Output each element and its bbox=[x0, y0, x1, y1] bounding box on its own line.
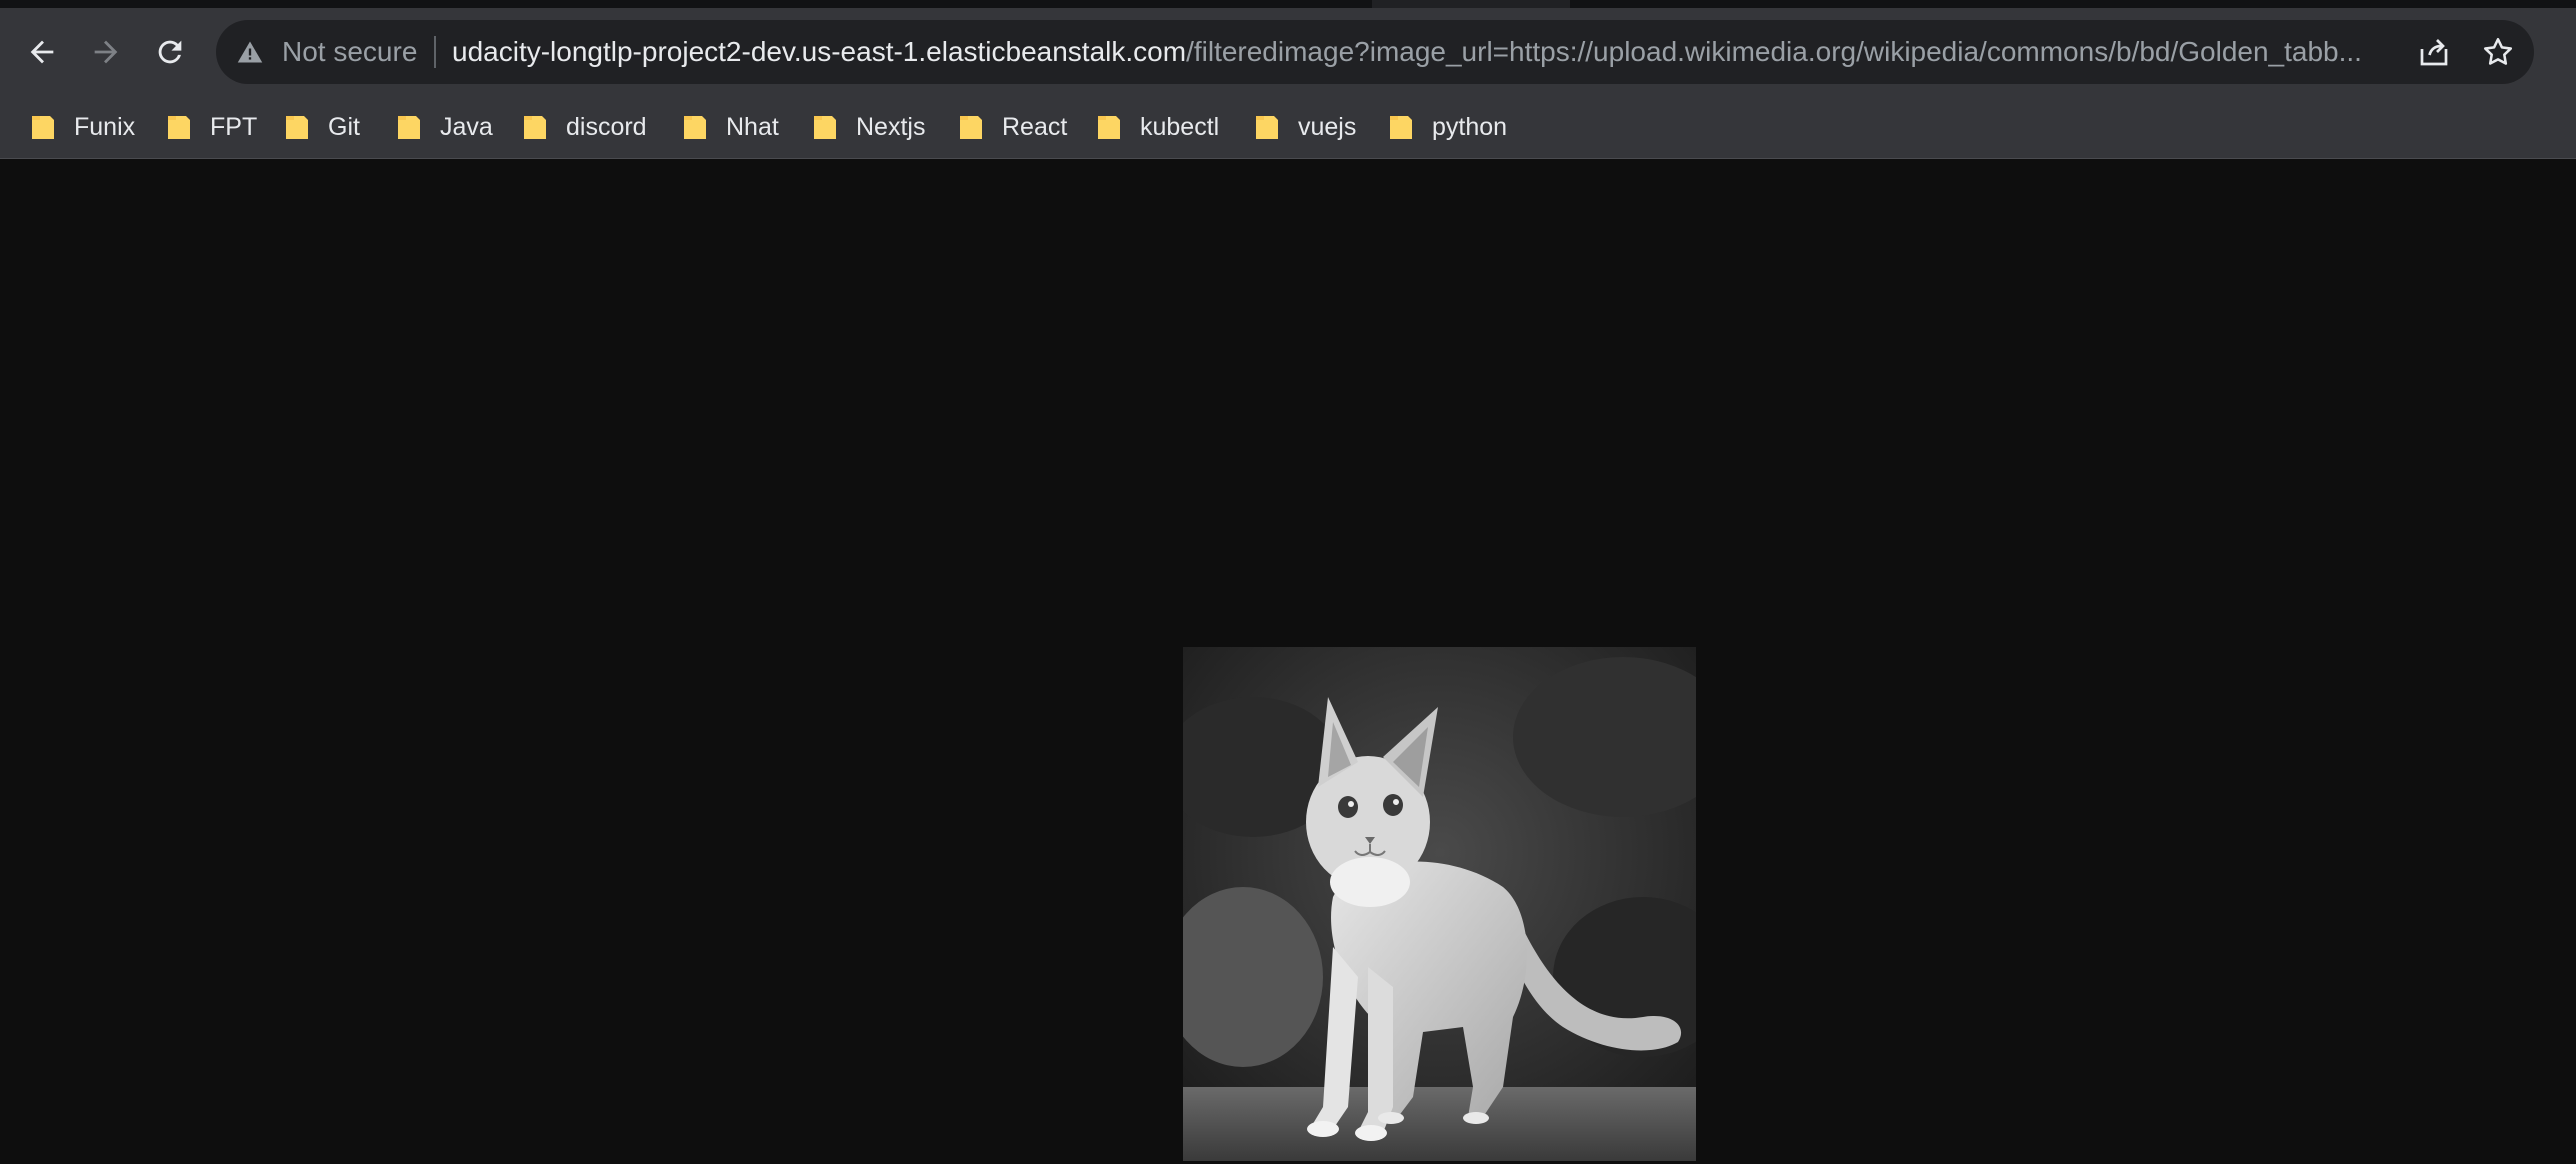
bookmark-folder-nhat[interactable]: Nhat bbox=[682, 106, 779, 148]
address-bar[interactable]: Not secure udacity-longtlp-project2-dev.… bbox=[216, 20, 2534, 84]
folder-icon bbox=[524, 116, 546, 139]
bookmark-label: Nhat bbox=[726, 112, 779, 141]
bookmark-label: Java bbox=[440, 112, 493, 141]
folder-icon bbox=[960, 116, 982, 139]
back-button[interactable] bbox=[14, 24, 70, 80]
folder-icon bbox=[684, 116, 706, 139]
filtered-cat-image[interactable] bbox=[1183, 647, 1696, 1161]
bookmark-folder-discord[interactable]: discord bbox=[522, 106, 647, 148]
bookmark-folder-funix[interactable]: Funix bbox=[30, 106, 135, 148]
bookmark-folder-python[interactable]: python bbox=[1388, 106, 1507, 148]
folder-icon bbox=[168, 116, 190, 139]
bookmark-folder-fpt[interactable]: FPT bbox=[166, 106, 257, 148]
omnibox-divider bbox=[434, 36, 436, 68]
bookmark-label: Git bbox=[328, 112, 360, 141]
reload-button[interactable] bbox=[142, 24, 198, 80]
tab-strip bbox=[0, 0, 2576, 8]
share-icon[interactable] bbox=[2416, 34, 2452, 70]
bookmark-label: React bbox=[1002, 112, 1068, 141]
page-content bbox=[0, 159, 2576, 1164]
bookmark-folder-kubectl[interactable]: kubectl bbox=[1096, 106, 1219, 148]
toolbar: Not secure udacity-longtlp-project2-dev.… bbox=[0, 8, 2576, 96]
bookmark-label: python bbox=[1432, 112, 1508, 141]
url-text[interactable]: udacity-longtlp-project2-dev.us-east-1.e… bbox=[452, 34, 2432, 70]
browser-chrome: Not secure udacity-longtlp-project2-dev.… bbox=[0, 0, 2576, 159]
bookmark-label: Funix bbox=[74, 112, 136, 141]
bookmark-label: discord bbox=[566, 112, 647, 141]
bookmark-folder-git[interactable]: Git bbox=[284, 106, 360, 148]
tab-strip-left bbox=[0, 0, 1372, 8]
warning-triangle-icon[interactable] bbox=[236, 38, 264, 66]
folder-icon bbox=[814, 116, 836, 139]
bookmark-folder-vuejs[interactable]: vuejs bbox=[1254, 106, 1356, 148]
forward-arrow-icon bbox=[94, 40, 118, 64]
bookmark-label: Nextjs bbox=[856, 112, 926, 141]
folder-icon bbox=[1390, 116, 1412, 139]
bookmark-label: vuejs bbox=[1298, 112, 1357, 141]
bookmark-label: FPT bbox=[210, 112, 258, 141]
tab-strip-right bbox=[1570, 0, 2576, 8]
bookmark-label: kubectl bbox=[1140, 112, 1220, 141]
back-arrow-icon bbox=[30, 40, 54, 64]
bookmark-folder-java[interactable]: Java bbox=[396, 106, 493, 148]
bookmark-folder-nextjs[interactable]: Nextjs bbox=[812, 106, 925, 148]
url-path: /filteredimage?image_url=https://upload.… bbox=[1186, 36, 2362, 67]
folder-icon bbox=[398, 116, 420, 139]
grayscale-kitten-image bbox=[1183, 647, 1696, 1161]
folder-icon bbox=[1098, 116, 1120, 139]
bookmark-folder-react[interactable]: React bbox=[958, 106, 1067, 148]
bookmarks-bar: Funix FPT Git Java discord Nhat Nextjs R… bbox=[0, 96, 2576, 159]
reload-icon bbox=[158, 40, 182, 64]
folder-icon bbox=[286, 116, 308, 139]
folder-icon bbox=[32, 116, 54, 139]
forward-button[interactable] bbox=[78, 24, 134, 80]
folder-icon bbox=[1256, 116, 1278, 139]
star-icon[interactable] bbox=[2480, 34, 2516, 70]
url-host: udacity-longtlp-project2-dev.us-east-1.e… bbox=[452, 36, 1187, 67]
security-status-label[interactable]: Not secure bbox=[282, 34, 417, 70]
